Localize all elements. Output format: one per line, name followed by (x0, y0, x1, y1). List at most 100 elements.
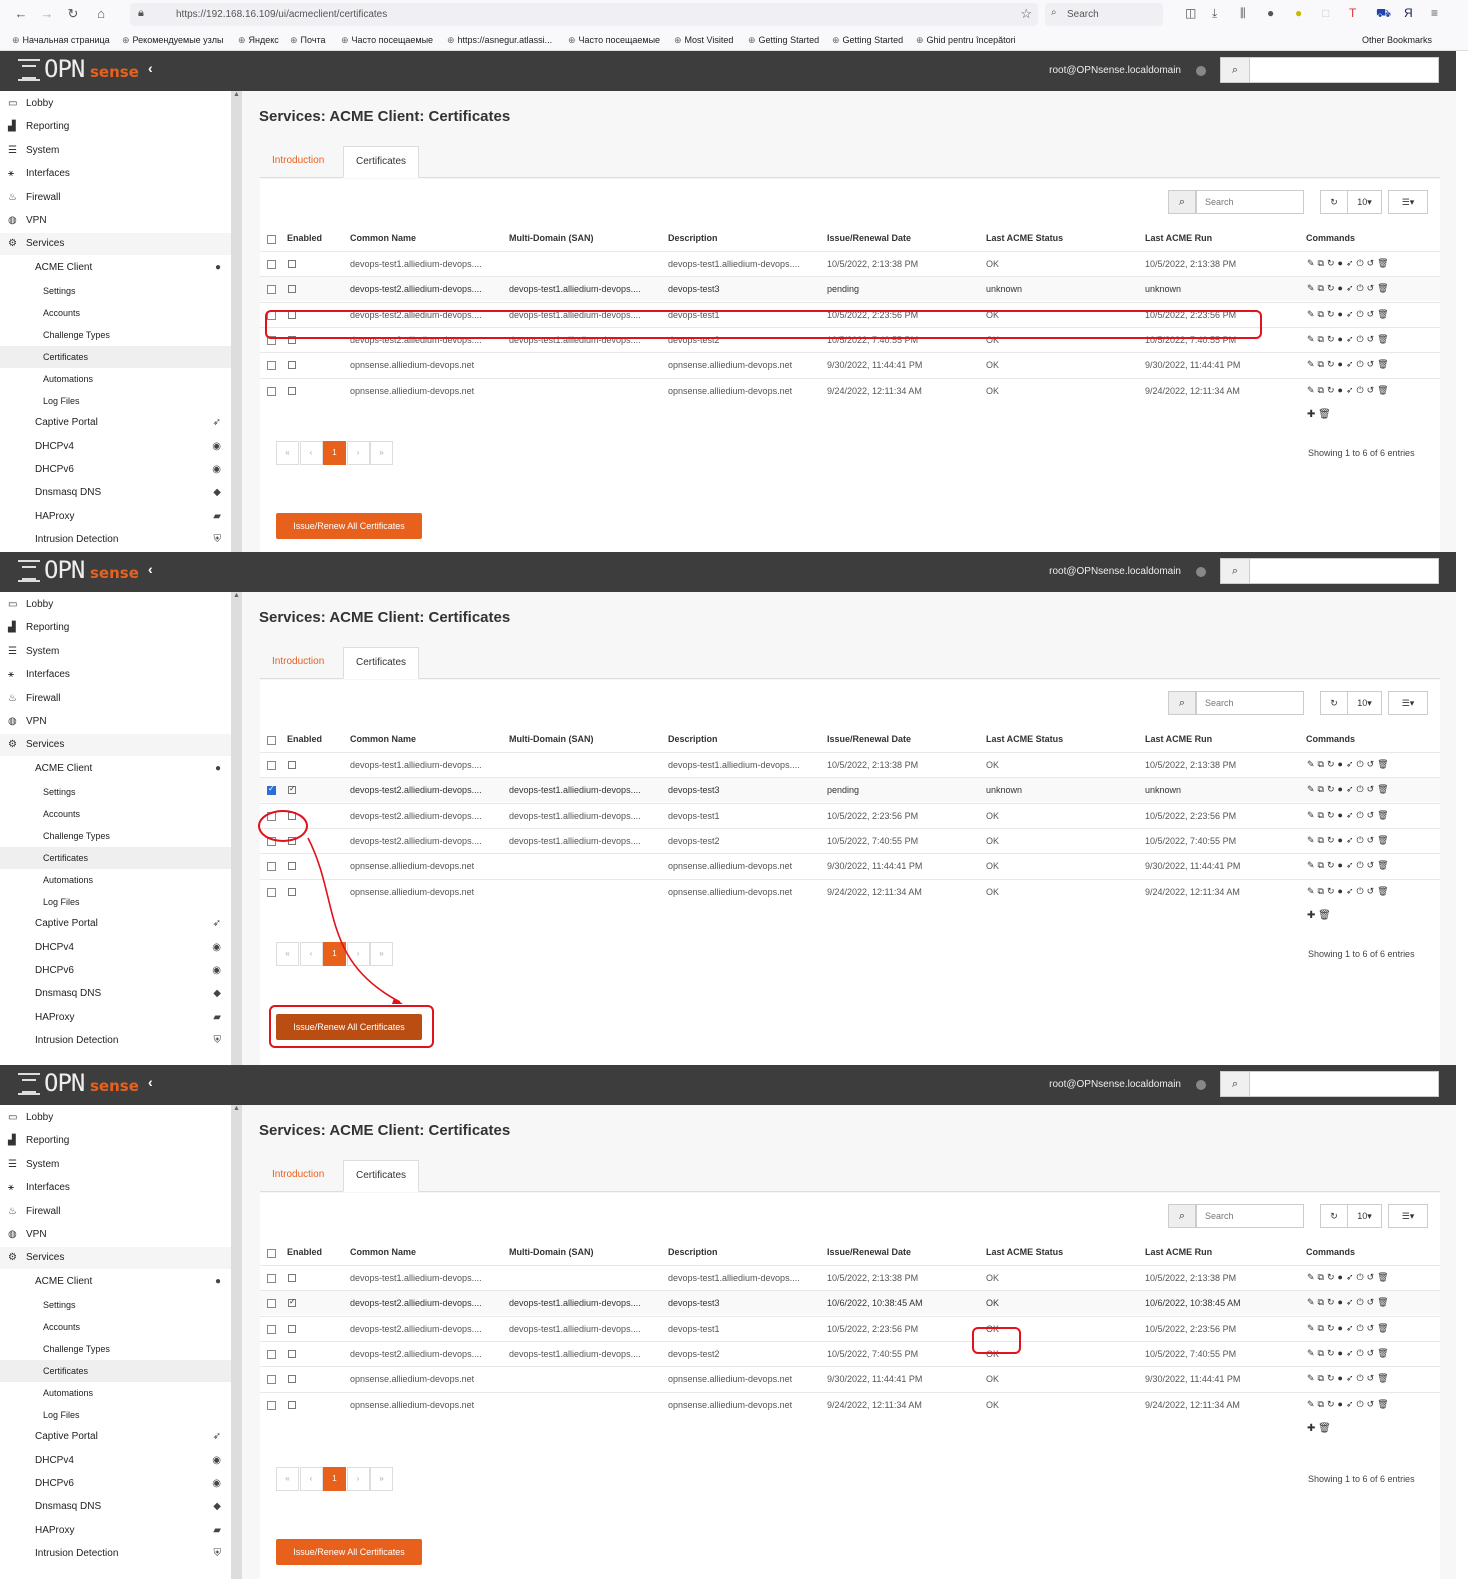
extension5-icon[interactable]: Я (1404, 6, 1413, 20)
row-command-icons[interactable]: ✎⧉↻●➶⏻↺🗑︎ (1307, 1323, 1392, 1334)
bookmark-item[interactable]: ⊕ Яндекс (238, 35, 279, 46)
column-header[interactable]: Commands (1306, 734, 1355, 744)
column-header[interactable]: Last ACME Run (1145, 233, 1212, 243)
page-button[interactable]: » (370, 942, 393, 966)
table-row[interactable]: opnsense.alliedium-devops.net opnsense.al… (260, 1391, 1440, 1417)
search-icon[interactable]: ⌕ (1220, 57, 1250, 83)
sidebar-item-certificates[interactable]: Certificates (0, 1360, 231, 1383)
row-select-checkbox[interactable] (267, 1299, 276, 1309)
row-command-icons[interactable]: ✎⧉↻●➶⏻↺🗑︎ (1307, 258, 1392, 269)
column-header[interactable]: Enabled (287, 734, 322, 744)
tab-introduction[interactable]: Introduction (260, 1160, 343, 1192)
page-button[interactable]: 1 (323, 441, 346, 465)
bookmark-star-icon[interactable]: ☆ (1020, 6, 1032, 22)
page-size-select[interactable]: 10▾ (1348, 1204, 1382, 1228)
sidebar-item-dhcpv4[interactable]: ◉ DHCPv4 (0, 436, 231, 458)
enabled-checkbox[interactable] (288, 310, 296, 319)
column-header[interactable]: Commands (1306, 233, 1355, 243)
bookmark-item[interactable]: ⊕ Часто посещаемые (341, 35, 433, 46)
opnsense-logo[interactable]: OPN sense (18, 55, 139, 85)
top-search-input[interactable] (1249, 1071, 1439, 1097)
enabled-checkbox[interactable] (288, 862, 296, 871)
row-select-checkbox[interactable] (267, 335, 276, 345)
row-command-icons[interactable]: ✎⧉↻●➶⏻↺🗑︎ (1307, 835, 1392, 846)
table-row[interactable]: opnsense.alliedium-devops.net opnsense.al… (260, 352, 1440, 377)
column-header[interactable]: Common Name (350, 1247, 416, 1257)
tab-certificates[interactable]: Certificates (343, 146, 419, 178)
issue-renew-all-button[interactable]: Issue/Renew All Certificates (276, 1014, 422, 1040)
sidebar-item-dnsmasq-dns[interactable]: ◆ Dnsmasq DNS (0, 1496, 231, 1518)
row-select-checkbox[interactable] (267, 310, 276, 320)
sidebar-item-reporting[interactable]: ▟ Reporting (0, 617, 231, 639)
column-header[interactable]: Last ACME Status (986, 734, 1063, 744)
opnsense-logo[interactable]: OPN sense (18, 1069, 139, 1099)
page-button[interactable]: » (370, 1467, 393, 1491)
forward-icon[interactable]: → (38, 5, 56, 23)
sidebar-item-lobby[interactable]: ▭ Lobby (0, 93, 231, 115)
page-button[interactable]: ‹ (299, 1467, 323, 1491)
sidebar-item-interfaces[interactable]: ⚹ Interfaces (0, 664, 231, 686)
bookmark-item[interactable]: ⊕ Начальная страница (12, 35, 110, 46)
sidebar-item-dhcpv6[interactable]: ◉ DHCPv6 (0, 1473, 231, 1495)
sidebar-item-challenge-types[interactable]: Challenge Types (0, 324, 231, 346)
sidebar-item-log-files[interactable]: Log Files (0, 891, 231, 913)
sidebar-item-settings[interactable]: Settings (0, 1294, 231, 1316)
search-icon[interactable]: ⌕ (1168, 190, 1196, 214)
enabled-checkbox[interactable] (288, 1349, 296, 1358)
extension3-icon[interactable]: □ (1322, 6, 1329, 20)
sidebar-scrollbar[interactable] (231, 592, 242, 1065)
column-header[interactable]: Multi-Domain (SAN) (509, 1247, 594, 1257)
refresh-button[interactable]: ↻ (1320, 190, 1348, 214)
enabled-checkbox[interactable] (288, 386, 296, 395)
row-command-icons[interactable]: ✎⧉↻●➶⏻↺🗑︎ (1307, 1399, 1392, 1410)
row-command-icons[interactable]: ✎⧉↻●➶⏻↺🗑︎ (1307, 359, 1392, 370)
home-icon[interactable]: ⌂ (92, 5, 110, 23)
table-row[interactable]: devops-test2.alliedium-devops.... devops-… (260, 802, 1440, 828)
collapse-sidebar-icon[interactable]: ‹ (148, 60, 153, 76)
row-command-icons[interactable]: ✎⧉↻●➶⏻↺🗑︎ (1307, 1272, 1392, 1283)
sidebar-item-acme-client[interactable]: ● ACME Client (0, 1271, 231, 1293)
row-select-checkbox[interactable] (267, 811, 276, 821)
sidebar-item-intrusion-detection[interactable]: ⛨ Intrusion Detection (0, 1543, 231, 1565)
page-button[interactable]: ‹ (299, 441, 323, 465)
tab-certificates[interactable]: Certificates (343, 647, 419, 679)
row-command-icons[interactable]: ✎⧉↻●➶⏻↺🗑︎ (1307, 810, 1392, 821)
select-all-checkbox[interactable] (267, 1249, 276, 1258)
url-bar[interactable]: 🔒︎ https://192.168.16.109/ui/acmeclient/… (130, 3, 1038, 26)
sidebar-item-firewall[interactable]: ♨ Firewall (0, 1201, 231, 1223)
bookmark-item[interactable]: ⊕ Most Visited (674, 35, 733, 46)
sidebar-item-services[interactable]: ⚙ Services (0, 734, 231, 757)
row-select-checkbox[interactable] (267, 784, 276, 796)
sidebar-item-system[interactable]: ☰ System (0, 1154, 231, 1176)
sidebar-item-certificates[interactable]: Certificates (0, 847, 231, 870)
row-select-checkbox[interactable] (267, 361, 276, 371)
enabled-checkbox[interactable] (288, 811, 296, 820)
row-select-checkbox[interactable] (267, 1324, 276, 1334)
sidebar-item-settings[interactable]: Settings (0, 280, 231, 302)
extension2-icon[interactable]: ● (1295, 6, 1302, 20)
sidebar-item-services[interactable]: ⚙ Services (0, 233, 231, 256)
row-command-icons[interactable]: ✎⧉↻●➶⏻↺🗑︎ (1307, 283, 1392, 294)
sidebar-item-automations[interactable]: Automations (0, 368, 231, 390)
table-row[interactable]: devops-test2.alliedium-devops.... devops-… (260, 301, 1440, 327)
column-header[interactable]: Enabled (287, 1247, 322, 1257)
enabled-checkbox[interactable] (288, 887, 296, 896)
sidebar-item-vpn[interactable]: ◍ VPN (0, 210, 231, 232)
table-row[interactable]: devops-test2.alliedium-devops.... devops-… (260, 1315, 1440, 1341)
sidebar-item-interfaces[interactable]: ⚹ Interfaces (0, 163, 231, 185)
row-select-checkbox[interactable] (267, 1349, 276, 1359)
page-button[interactable]: › (346, 942, 370, 966)
column-header[interactable]: Last ACME Status (986, 233, 1063, 243)
sidebar-item-dhcpv6[interactable]: ◉ DHCPv6 (0, 459, 231, 481)
table-row[interactable]: devops-test1.alliedium-devops.... devops-… (260, 1265, 1440, 1290)
enabled-checkbox[interactable] (288, 784, 296, 795)
sidebar-item-intrusion-detection[interactable]: ⛨ Intrusion Detection (0, 529, 231, 551)
columns-select[interactable]: ☰▾ (1388, 691, 1428, 715)
enabled-checkbox[interactable] (288, 761, 296, 769)
sidebar-item-accounts[interactable]: Accounts (0, 302, 231, 324)
row-select-checkbox[interactable] (267, 761, 276, 770)
columns-select[interactable]: ☰▾ (1388, 190, 1428, 214)
row-command-icons[interactable]: ✎⧉↻●➶⏻↺🗑︎ (1307, 784, 1392, 795)
add-delete-icons[interactable]: ✚ 🗑︎ (1307, 409, 1331, 420)
table-row[interactable]: devops-test2.alliedium-devops.... devops-… (260, 326, 1440, 352)
